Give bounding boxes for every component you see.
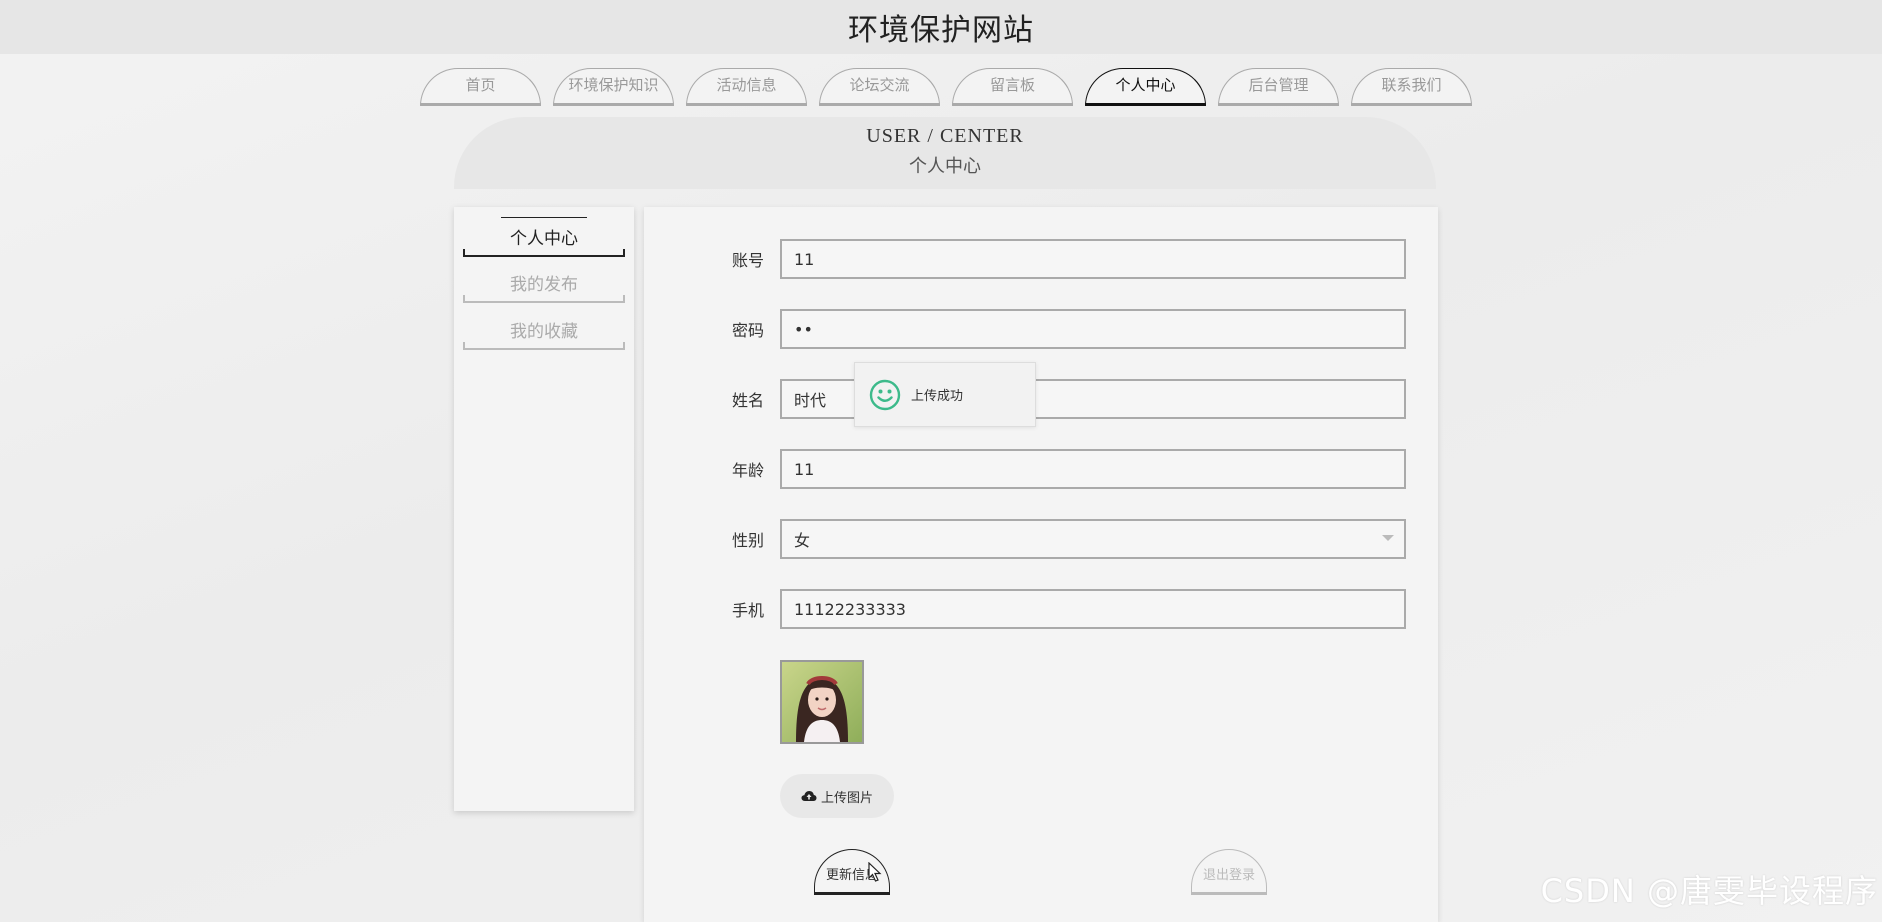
sidebar-item-my-posts[interactable]: 我的发布 [463,263,625,303]
sidebar-item-user-center[interactable]: 个人中心 [463,217,625,257]
age-label: 年龄 [732,461,765,480]
chevron-down-icon [1382,535,1394,541]
gender-label: 性别 [732,531,765,550]
logout-button[interactable]: 退出登录 [1191,849,1267,895]
banner-title-cn: 个人中心 [909,156,981,176]
nav-item-admin[interactable]: 后台管理 [1218,68,1339,106]
form-row-gender: 性别 女 [644,519,1438,559]
sidebar: 个人中心 我的发布 我的收藏 [454,207,634,811]
name-label: 姓名 [732,391,765,410]
profile-form-panel: 账号 密码 姓名 年龄 性别 女 手机 [644,207,1438,922]
upload-image-button[interactable]: 上传图片 [780,774,894,818]
sidebar-item-my-favorites[interactable]: 我的收藏 [463,310,625,350]
smile-icon [869,379,901,410]
active-indicator [501,217,587,218]
logout-label: 退出登录 [1202,867,1255,883]
form-row-account: 账号 [644,239,1438,279]
nav-item-home[interactable]: 首页 [420,68,541,106]
nav-item-user-center[interactable]: 个人中心 [1085,68,1206,106]
form-row-phone: 手机 [644,589,1438,629]
form-row-password: 密码 [644,309,1438,349]
password-input[interactable] [780,309,1406,349]
site-title: 环境保护网站 [848,13,1034,48]
sidebar-item-label: 个人中心 [510,228,578,249]
upload-image-label: 上传图片 [820,790,873,806]
form-row-age: 年龄 [644,449,1438,489]
avatar-photo [782,662,862,742]
form-row-name: 姓名 [644,379,1438,419]
account-input[interactable] [780,239,1406,279]
watermark: CSDN @唐雯毕设程序 [1540,872,1878,910]
cloud-upload-icon [801,791,817,801]
site-header: 环境保护网站 [0,0,1882,54]
toast-text: 上传成功 [911,389,964,404]
sidebar-item-label: 我的发布 [510,274,578,295]
nav-item-forum[interactable]: 论坛交流 [819,68,940,106]
sidebar-item-label: 我的收藏 [510,321,578,342]
gender-selected-value: 女 [794,531,811,550]
nav-item-message-board[interactable]: 留言板 [952,68,1073,106]
phone-input[interactable] [780,589,1406,629]
age-input[interactable] [780,449,1406,489]
mouse-cursor-icon [868,862,882,882]
account-label: 账号 [732,251,765,270]
nav-item-activities[interactable]: 活动信息 [686,68,807,106]
phone-label: 手机 [732,601,765,620]
nav-item-contact[interactable]: 联系我们 [1351,68,1472,106]
main-nav: 首页 环境保护知识 活动信息 论坛交流 留言板 个人中心 后台管理 联系我们 [420,68,1472,106]
nav-item-knowledge[interactable]: 环境保护知识 [553,68,674,106]
avatar [780,660,864,744]
password-label: 密码 [732,321,765,340]
banner-title-en: USER / CENTER [866,125,1024,147]
upload-success-toast: 上传成功 [854,362,1036,427]
gender-select[interactable]: 女 [780,519,1406,559]
page-banner: USER / CENTER 个人中心 [454,117,1436,189]
